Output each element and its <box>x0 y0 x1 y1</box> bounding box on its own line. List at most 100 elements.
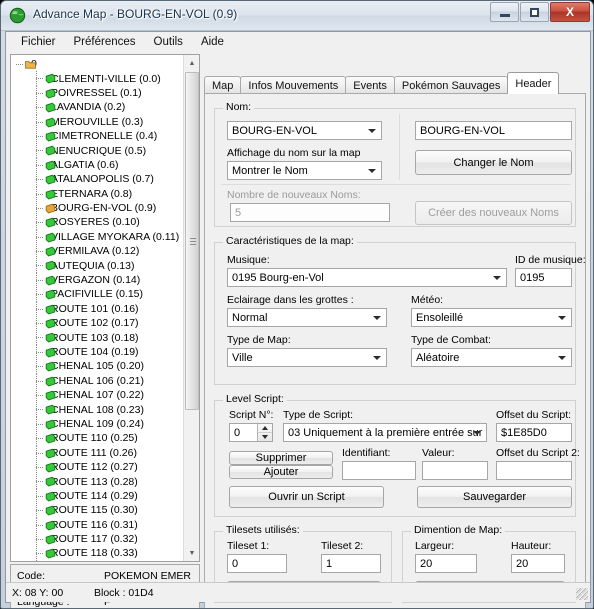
menu-aide[interactable]: Aide <box>192 34 233 50</box>
tree-item-30[interactable]: ROUTE 115 (0.30) <box>11 503 184 518</box>
tree-item-25[interactable]: ROUTE 110 (0.25) <box>11 431 184 446</box>
tree-item-5[interactable]: NENUCRIQUE (0.5) <box>11 143 184 158</box>
tab-pokemon-sauvages[interactable]: Pokémon Sauvages <box>393 76 509 94</box>
tree-item-7[interactable]: ATALANOPOLIS (0.7) <box>11 172 184 187</box>
menu-outils[interactable]: Outils <box>145 34 192 50</box>
maximize-button[interactable] <box>520 2 549 22</box>
map-green-icon <box>45 146 56 156</box>
tree-item-11[interactable]: VILLAGE MYOKARA (0.11) <box>11 229 184 245</box>
tree-item-29[interactable]: ROUTE 114 (0.29) <box>11 488 184 504</box>
chevron-down-icon[interactable] <box>369 350 385 365</box>
stepper-buttons[interactable] <box>257 424 272 441</box>
tileset1-input[interactable]: 0 <box>227 554 287 573</box>
stepper-down-icon[interactable] <box>258 433 272 441</box>
tree-item-20[interactable]: CHENAL 105 (0.20) <box>11 359 184 374</box>
scrollbar-thumb[interactable] <box>185 72 199 410</box>
tree-item-21[interactable]: CHENAL 106 (0.21) <box>11 373 184 388</box>
change-name-button[interactable]: Changer le Nom <box>415 150 572 175</box>
tree-item-10[interactable]: ROSYERES (0.10) <box>11 215 184 230</box>
script-offset2-input[interactable] <box>496 461 572 480</box>
chevron-down-icon[interactable] <box>369 310 385 325</box>
tree-item-19[interactable]: ROUTE 104 (0.19) <box>11 344 184 360</box>
tree-item-15[interactable]: PACIFIVILLE (0.15) <box>11 287 184 302</box>
tree-item-33[interactable]: ROUTE 118 (0.33) <box>11 546 184 561</box>
weather-combo[interactable]: Ensoleillé <box>411 308 572 327</box>
tree-item-6[interactable]: ALGATIA (0.6) <box>11 157 184 173</box>
width-input[interactable]: 20 <box>415 554 477 573</box>
chevron-down-icon[interactable] <box>489 270 505 285</box>
chevron-down-icon[interactable] <box>364 123 380 138</box>
tree-item-26[interactable]: ROUTE 111 (0.26) <box>11 445 184 460</box>
globe-icon <box>9 7 26 24</box>
tree-item-31[interactable]: ROUTE 116 (0.31) <box>11 517 184 532</box>
resize-grip-icon[interactable] <box>576 588 588 600</box>
tree-vertical-scrollbar[interactable]: ▲ ▼ <box>183 55 199 561</box>
tree-item-13[interactable]: AUTEQUIA (0.13) <box>11 258 184 273</box>
add-script-button[interactable]: Ajouter <box>229 465 333 479</box>
map-tree-list[interactable]: 0CLEMENTI-VILLE (0.0)POIVRESSEL (0.1) LAV… <box>11 55 184 561</box>
level-script-group: Level Script: Script N°: 0 Type de Scrip… <box>214 393 580 517</box>
tree-item-24[interactable]: CHENAL 109 (0.24) <box>11 416 184 432</box>
tree-item-14[interactable]: VERGAZON (0.14) <box>11 272 184 288</box>
cave-light-combo[interactable]: Normal <box>227 308 387 327</box>
tree-item-8[interactable]: ETERNARA (0.8) <box>11 186 184 201</box>
tree-item-17[interactable]: ROUTE 102 (0.17) <box>11 316 184 331</box>
tree-item-2[interactable]: LAVANDIA (0.2) <box>11 100 184 115</box>
open-script-button[interactable]: Ouvrir un Script <box>229 486 384 508</box>
map-name-combo[interactable]: BOURG-EN-VOL <box>227 121 382 140</box>
chevron-down-icon[interactable] <box>469 425 485 440</box>
tree-item-28[interactable]: ROUTE 113 (0.28) <box>11 474 184 489</box>
script-type-combo[interactable]: 03 Uniquement à la première entrée sur l… <box>283 423 487 442</box>
script-number-stepper[interactable]: 0 <box>229 423 273 442</box>
delete-script-button[interactable]: Supprimer <box>229 451 333 465</box>
tree-item-3[interactable]: MEROUVILLE (0.3) <box>11 114 184 129</box>
scroll-up-icon[interactable]: ▲ <box>184 55 199 71</box>
tree-item-12[interactable]: VERMILAVA (0.12) <box>11 244 184 259</box>
name-display-label: Affichage du nom sur la map <box>227 147 361 159</box>
tree-item-18[interactable]: ROUTE 103 (0.18) <box>11 330 184 345</box>
create-new-names-button[interactable]: Créer des nouveaux Noms <box>415 201 572 225</box>
tree-item-label: ROUTE 115 (0.30) <box>51 504 138 517</box>
menu-fichier[interactable]: Fichier <box>12 34 65 50</box>
tree-root-node[interactable]: 0 <box>11 57 184 71</box>
tree-item-4[interactable]: CIMETRONELLE (0.4) <box>11 128 184 144</box>
name-display-combo[interactable]: Montrer le Nom <box>227 161 382 180</box>
tree-item-0[interactable]: CLEMENTI-VILLE (0.0) <box>11 71 184 86</box>
music-combo[interactable]: 0195 Bourg-en-Vol <box>227 268 507 287</box>
map-name-input[interactable]: BOURG-EN-VOL <box>415 121 572 140</box>
music-id-input[interactable]: 0195 <box>515 268 572 287</box>
value-input[interactable] <box>422 461 488 480</box>
map-type-combo[interactable]: Ville <box>227 348 387 367</box>
height-input[interactable]: 20 <box>511 554 565 573</box>
height-label: Hauteur: <box>511 540 552 552</box>
title-bar[interactable]: Advance Map - BOURG-EN-VOL (0.9) X <box>1 1 593 31</box>
tab-infos-mouvements[interactable]: Infos Mouvements <box>240 76 347 94</box>
tree-item-23[interactable]: CHENAL 108 (0.23) <box>11 402 184 417</box>
tab-header[interactable]: Header <box>507 72 560 94</box>
tree-item-9[interactable]: BOURG-EN-VOL (0.9) <box>11 200 184 216</box>
menu-preferences[interactable]: Préférences <box>65 34 145 50</box>
tab-map[interactable]: Map <box>204 76 242 94</box>
script-offset-input[interactable]: $1E85D0 <box>496 423 572 442</box>
identifier-input[interactable] <box>342 461 416 480</box>
minimize-button[interactable] <box>490 2 519 22</box>
tree-item-32[interactable]: ROUTE 117 (0.32) <box>11 531 184 547</box>
scroll-down-icon[interactable]: ▼ <box>184 545 199 561</box>
new-names-count-input[interactable]: 5 <box>230 203 390 222</box>
chevron-down-icon[interactable] <box>554 310 570 325</box>
tree-item-27[interactable]: ROUTE 112 (0.27) <box>11 459 184 475</box>
map-tree-panel[interactable]: 0CLEMENTI-VILLE (0.0)POIVRESSEL (0.1) LAV… <box>10 54 200 562</box>
close-button[interactable]: X <box>550 2 590 22</box>
tab-events[interactable]: Events <box>345 76 395 94</box>
tree-item-22[interactable]: CHENAL 107 (0.22) <box>11 387 184 403</box>
script-type-label: Type de Script: <box>283 409 354 421</box>
tree-item-16[interactable]: ROUTE 101 (0.16) <box>11 301 184 317</box>
battle-type-combo[interactable]: Aléatoire <box>411 348 572 367</box>
map-orange-icon <box>45 203 56 214</box>
tree-item-1[interactable]: POIVRESSEL (0.1) <box>11 85 184 101</box>
save-button[interactable]: Sauvegarder <box>417 486 572 508</box>
chevron-down-icon[interactable] <box>364 163 380 178</box>
chevron-down-icon[interactable] <box>554 350 570 365</box>
tileset2-input[interactable]: 1 <box>321 554 381 573</box>
stepper-up-icon[interactable] <box>258 424 272 433</box>
